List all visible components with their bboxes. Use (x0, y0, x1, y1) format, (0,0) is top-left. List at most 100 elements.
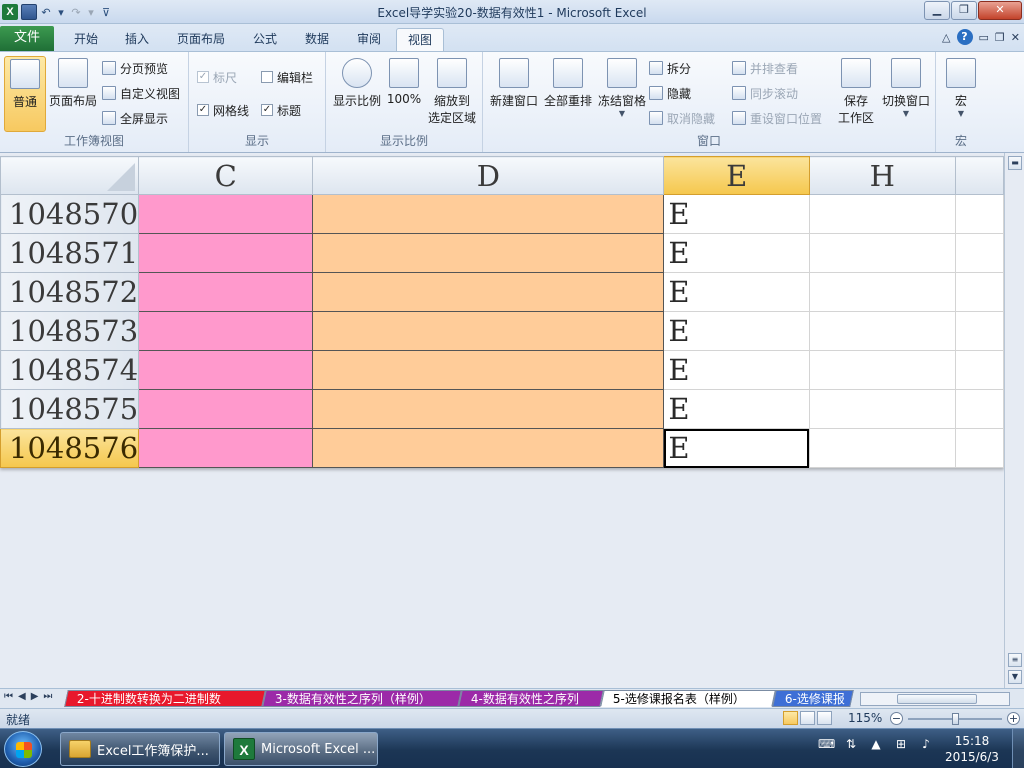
close-button[interactable]: ✕ (978, 1, 1022, 20)
gridlines-checkbox[interactable]: ✓ 网格线 (197, 100, 249, 120)
switch-windows-button[interactable]: 切换窗口 ▼ (879, 56, 933, 118)
custom-views-button[interactable]: 自定义视图 (102, 83, 180, 103)
zoom-to-selection-button[interactable]: 缩放到 选定区域 (426, 56, 478, 126)
row-header[interactable]: 1048572 (0, 272, 140, 312)
column-header-h[interactable]: H (808, 156, 956, 195)
column-header-e[interactable]: E (663, 156, 810, 195)
cell-next[interactable] (954, 194, 1005, 234)
tab-view[interactable]: 视图 (396, 28, 444, 51)
minimize-button[interactable]: ▁ (924, 1, 950, 20)
new-window-button[interactable]: 新建窗口 (487, 56, 541, 109)
synchronous-scrolling-button[interactable]: 同步滚动 (732, 83, 798, 103)
ruler-checkbox[interactable]: ✓ 标尺 (197, 67, 237, 87)
prev-sheet-icon[interactable]: ◀ (18, 691, 26, 702)
cell-d[interactable] (312, 272, 665, 312)
page-break-preview-button[interactable]: 分页预览 (102, 58, 168, 78)
taskbar-item-folder[interactable]: Excel工作簿保护... (60, 732, 220, 766)
cell-h[interactable] (808, 311, 956, 351)
cell-e[interactable]: E (663, 272, 810, 312)
normal-view-button[interactable]: 普通 (4, 56, 46, 132)
active-cell-e[interactable]: E (663, 428, 810, 468)
cell-d[interactable] (312, 194, 665, 234)
page-layout-shortcut-icon[interactable] (800, 711, 815, 725)
row-header-selected[interactable]: 1048576 (0, 428, 140, 468)
view-side-by-side-button[interactable]: 并排查看 (732, 58, 798, 78)
cell-c[interactable] (138, 233, 314, 273)
cell-c[interactable] (138, 350, 314, 390)
workbook-close-icon[interactable]: ✕ (1011, 31, 1020, 44)
column-header-c[interactable]: C (138, 156, 314, 195)
help-icon[interactable]: ? (956, 29, 973, 45)
cell-next[interactable] (954, 428, 1005, 468)
cell-e[interactable]: E (663, 194, 810, 234)
tab-page-layout[interactable]: 页面布局 (168, 28, 234, 51)
network-icon[interactable]: ⊞ (893, 737, 909, 751)
cell-next[interactable] (954, 233, 1005, 273)
tab-home[interactable]: 开始 (64, 28, 108, 51)
first-sheet-icon[interactable]: ⏮ (4, 691, 13, 702)
cell-c[interactable] (138, 272, 314, 312)
cell-next[interactable] (954, 350, 1005, 390)
ime-icon[interactable]: ⇅ (843, 737, 859, 751)
select-all-corner[interactable] (0, 156, 140, 195)
macros-button[interactable]: 宏 ▼ (942, 56, 980, 118)
column-header-d[interactable]: D (312, 156, 665, 195)
reset-window-position-button[interactable]: 重设窗口位置 (732, 108, 822, 128)
start-button[interactable] (4, 731, 42, 767)
unhide-button[interactable]: 取消隐藏 (649, 108, 715, 128)
zoom-out-icon[interactable]: − (890, 712, 903, 725)
cell-c[interactable] (138, 311, 314, 351)
minimize-ribbon-icon[interactable]: △ (942, 31, 950, 44)
row-header[interactable]: 1048573 (0, 311, 140, 351)
freeze-panes-button[interactable]: 冻结窗格 ▼ (595, 56, 649, 118)
cell-h[interactable] (808, 350, 956, 390)
cell-e[interactable]: E (663, 311, 810, 351)
formula-bar-checkbox[interactable]: 编辑栏 (261, 67, 313, 87)
last-sheet-icon[interactable]: ⏭ (43, 691, 52, 702)
cell-e[interactable]: E (663, 233, 810, 273)
zoom-knob[interactable] (952, 713, 959, 725)
tab-review[interactable]: 审阅 (348, 28, 390, 51)
cell-c[interactable] (138, 428, 314, 468)
cell-e[interactable]: E (663, 389, 810, 429)
next-sheet-icon[interactable]: ▶ (31, 691, 39, 702)
cell-h[interactable] (808, 194, 956, 234)
split-box-icon[interactable]: ▬ (1008, 156, 1022, 170)
clock[interactable]: 15:18 2015/6/3 (940, 733, 1004, 765)
row-header[interactable]: 1048571 (0, 233, 140, 273)
cell-h[interactable] (808, 272, 956, 312)
cell-h[interactable] (808, 428, 956, 468)
sheet-tab-6[interactable]: 6-选修课报 (772, 690, 854, 707)
column-header-next[interactable] (954, 156, 1005, 195)
sheet-tab-3[interactable]: 3-数据有效性之序列（样例） (262, 690, 462, 707)
zoom-button[interactable]: 显示比例 (332, 56, 382, 109)
tab-insert[interactable]: 插入 (116, 28, 158, 51)
cell-c[interactable] (138, 389, 314, 429)
scroll-down-icon[interactable]: ▼ (1008, 670, 1022, 684)
workbook-restore-icon[interactable]: ❐ (995, 31, 1005, 44)
row-header[interactable]: 1048574 (0, 350, 140, 390)
arrange-all-button[interactable]: 全部重排 (541, 56, 595, 109)
horizontal-scroll-thumb[interactable] (897, 694, 977, 704)
zoom-level[interactable]: 115% (848, 711, 882, 725)
tab-formulas[interactable]: 公式 (244, 28, 286, 51)
show-desktop-button[interactable] (1012, 729, 1024, 768)
row-header[interactable]: 1048570 (0, 194, 140, 234)
show-hidden-icons-icon[interactable]: ▲ (868, 737, 884, 751)
zoom-100-button[interactable]: 100% (386, 56, 422, 106)
headings-checkbox[interactable]: ✓ 标题 (261, 100, 301, 120)
normal-view-shortcut-icon[interactable] (783, 711, 798, 725)
volume-icon[interactable]: ♪ (918, 737, 934, 751)
zoom-in-icon[interactable]: + (1007, 712, 1020, 725)
cell-c[interactable] (138, 194, 314, 234)
sheet-tab-4[interactable]: 4-数据有效性之序列 (458, 690, 604, 707)
cell-next[interactable] (954, 272, 1005, 312)
page-break-shortcut-icon[interactable] (817, 711, 832, 725)
cell-e[interactable]: E (663, 350, 810, 390)
save-workspace-button[interactable]: 保存 工作区 (831, 56, 881, 126)
hide-button[interactable]: 隐藏 (649, 83, 691, 103)
zoom-slider[interactable]: − + (890, 712, 1020, 726)
taskbar-item-excel[interactable]: X Microsoft Excel ... (224, 732, 378, 766)
workbook-minimize-icon[interactable]: ▭ (979, 31, 989, 44)
tab-file[interactable]: 文件 (0, 26, 54, 51)
